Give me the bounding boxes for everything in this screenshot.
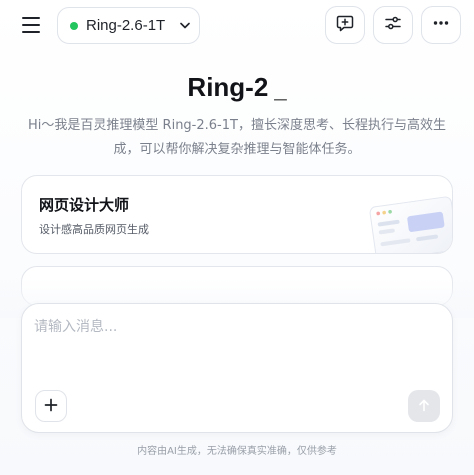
send-arrow-up-icon xyxy=(418,397,430,416)
card-title: 网页设计大师 xyxy=(39,196,130,214)
settings-button[interactable] xyxy=(373,6,413,44)
model-status-dot xyxy=(70,21,78,30)
menu-line xyxy=(22,31,40,33)
model-name: Ring-2.6-1T xyxy=(86,17,166,34)
message-composer xyxy=(21,303,453,433)
message-input[interactable] xyxy=(34,316,439,376)
chevron-down-icon xyxy=(179,20,191,32)
more-button[interactable] xyxy=(421,6,461,44)
plus-icon xyxy=(44,397,58,416)
top-bar: Ring-2.6-1T xyxy=(0,0,474,52)
hero-title-wrap: Ring-2 _ xyxy=(0,72,474,103)
more-horizontal-icon xyxy=(432,14,450,36)
settings-sliders-icon xyxy=(384,14,402,36)
webpage-preview-icon xyxy=(368,192,452,253)
intro-text: Hi～我是百灵推理模型 Ring-2.6-1T，擅长深度思考、长程执行与高效生成… xyxy=(28,118,446,157)
ai-disclaimer: 内容由AI生成，无法确保真实准确，仅供参考 xyxy=(137,446,337,457)
card-subtitle: 设计感高品质网页生成 xyxy=(39,223,149,236)
add-attachment-button[interactable] xyxy=(35,390,67,422)
new-chat-button[interactable] xyxy=(325,6,365,44)
typing-cursor: _ xyxy=(274,76,287,101)
menu-line xyxy=(22,24,40,26)
feature-card-web-design[interactable]: 网页设计大师 设计感高品质网页生成 xyxy=(21,175,453,254)
model-selector[interactable]: Ring-2.6-1T xyxy=(57,7,200,44)
menu-line xyxy=(22,17,40,19)
hamburger-menu-icon[interactable] xyxy=(16,11,46,39)
page-title: Ring-2 xyxy=(187,72,269,102)
send-button[interactable] xyxy=(408,390,440,422)
new-chat-icon xyxy=(336,14,354,36)
